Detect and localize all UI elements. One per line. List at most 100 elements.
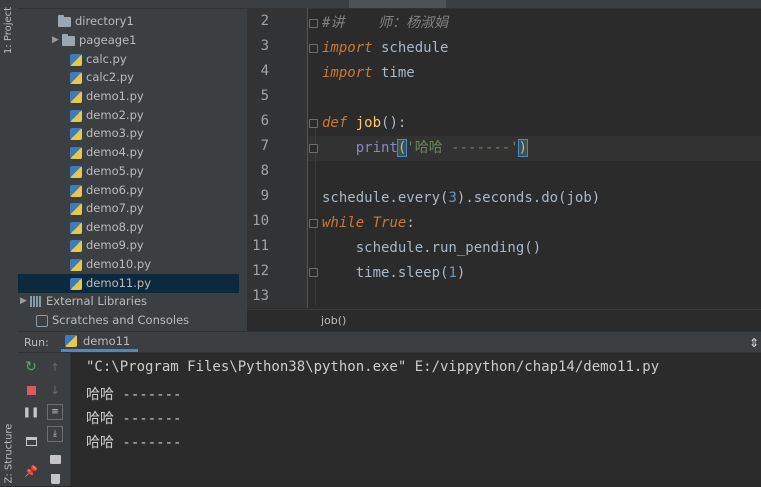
code-line-10: while True: [322,215,415,231]
up-arrow-icon[interactable]: ↑ [47,359,63,375]
console-line: 哈哈 ------- [86,387,182,403]
layout-icon[interactable] [23,433,39,449]
line-number: 4 [260,63,269,79]
code-line-7: print('哈哈 -------') [355,139,529,157]
structure-tool-tab-label: Z: Structure [3,423,15,483]
left-tool-strip: 1: Project Z: Structure [0,0,19,486]
python-file-icon [70,109,82,122]
tree-item-pageage1[interactable]: ▶ pageage1 [52,31,136,50]
python-file-icon [70,165,82,178]
soft-wrap-icon[interactable]: ≡ [47,404,63,420]
scratch-icon [36,314,48,327]
code-editor[interactable]: 2 3 4 5 6 7 8 9 10 11 12 13 #讲 师：杨淑娟 imp… [247,0,761,331]
fold-marker[interactable] [309,19,318,28]
line-number: 13 [252,288,269,304]
fold-marker[interactable] [309,268,318,277]
stop-icon[interactable] [23,382,39,398]
python-file-icon [70,258,82,271]
scroll-to-end-icon[interactable]: ⤓ [47,426,63,442]
line-number: 6 [260,113,269,129]
line-number: 11 [252,238,269,254]
structure-tool-tab[interactable]: Z: Structure [0,420,18,486]
line-number: 9 [260,188,269,204]
breadcrumb-item[interactable]: job() [321,314,346,327]
line-number: 8 [260,163,269,179]
python-file-icon [70,221,82,234]
tree-item-calc2-py[interactable]: calc2.py [70,68,134,87]
line-number: 3 [260,38,269,54]
python-file-icon [70,202,82,215]
python-file-icon [70,184,82,197]
tree-item-demo1-py[interactable]: demo1.py [70,87,144,106]
code-line-3: import schedule [322,40,449,56]
tree-item-demo7-py[interactable]: demo7.py [70,199,144,218]
line-number: 7 [260,138,269,154]
console-line: 哈哈 ------- [86,435,182,451]
editor-tab[interactable] [442,0,574,8]
line-number: 5 [260,88,269,104]
expand-arrow-icon[interactable]: ▶ [20,292,30,311]
breadcrumb: job() [247,309,761,331]
trash-icon[interactable] [47,471,63,487]
expand-arrow-icon[interactable]: ▶ [52,31,62,50]
editor-tab[interactable] [247,0,354,8]
code-line-12: time.sleep(1) [355,265,466,281]
tree-item-demo9-py[interactable]: demo9.py [70,236,144,255]
python-file-icon [70,239,82,252]
run-tab-demo11[interactable]: demo11 [61,332,139,352]
fold-marker[interactable] [309,119,318,128]
run-label: Run: [24,336,49,349]
python-file-icon [70,127,82,140]
editor-tab[interactable] [657,0,761,8]
line-number: 2 [260,13,269,29]
folder-icon [62,33,75,46]
python-file-icon [70,90,82,103]
pin-icon[interactable]: 📌 [23,463,39,479]
editor-tabs-bar [247,0,761,9]
folder-icon [58,14,71,27]
python-file-icon [70,71,82,84]
resize-cursor-icon: ⇕ [748,336,759,350]
run-panel-header: Run: demo11 ⇕ [18,331,761,353]
tree-item-demo6-py[interactable]: demo6.py [70,181,144,200]
line-number: 10 [252,213,269,229]
tree-item-external-libraries[interactable]: ▶ External Libraries [20,292,147,311]
tree-item-demo3-py[interactable]: demo3.py [70,124,144,143]
fold-marker[interactable] [309,144,318,153]
editor-tab-active[interactable] [349,0,446,8]
project-panel-header [18,0,247,9]
project-tool-tab-label: 1: Project [3,6,15,54]
run-toolbar: ↻ ↑ ↓ ❚❚ ≡ ⤓ 📌 [18,353,71,486]
python-file-icon [70,277,82,290]
console-line: "C:\Program Files\Python38\python.exe" E… [86,359,660,375]
python-file-icon [70,146,82,159]
code-line-2: #讲 师：杨淑娟 [322,15,449,31]
python-file-icon [65,334,77,347]
library-icon [30,296,42,307]
tree-item-demo8-py[interactable]: demo8.py [70,218,144,237]
fold-marker[interactable] [309,219,318,228]
tree-item-demo2-py[interactable]: demo2.py [70,106,144,125]
tree-item-calc-py[interactable]: calc.py [70,50,127,69]
tree-item-directory1[interactable]: directory1 [58,12,134,31]
console-line: 哈哈 ------- [86,411,182,427]
rerun-icon[interactable]: ↻ [23,359,39,375]
project-tree-panel: directory1 ▶ pageage1 calc.py calc2.py de… [18,0,247,331]
editor-tab[interactable] [569,0,661,8]
tree-item-scratches[interactable]: Scratches and Consoles [36,311,189,330]
tree-item-demo11-py[interactable]: demo11.py [18,274,239,293]
fold-marker[interactable] [309,44,318,53]
python-file-icon [70,53,82,66]
project-tool-tab[interactable]: 1: Project [0,0,18,60]
code-line-4: import time [322,65,415,81]
line-number: 12 [252,263,269,279]
code-line-6: def job(): [322,115,407,131]
tree-item-demo4-py[interactable]: demo4.py [70,143,144,162]
tree-item-demo5-py[interactable]: demo5.py [70,162,144,181]
code-line-11: schedule.run_pending() [355,240,542,256]
pause-icon[interactable]: ❚❚ [23,404,40,420]
tree-item-demo10-py[interactable]: demo10.py [70,255,151,274]
print-icon[interactable] [47,451,63,467]
run-console[interactable]: "C:\Program Files\Python38\python.exe" E… [71,353,761,486]
down-arrow-icon[interactable]: ↓ [47,382,63,398]
